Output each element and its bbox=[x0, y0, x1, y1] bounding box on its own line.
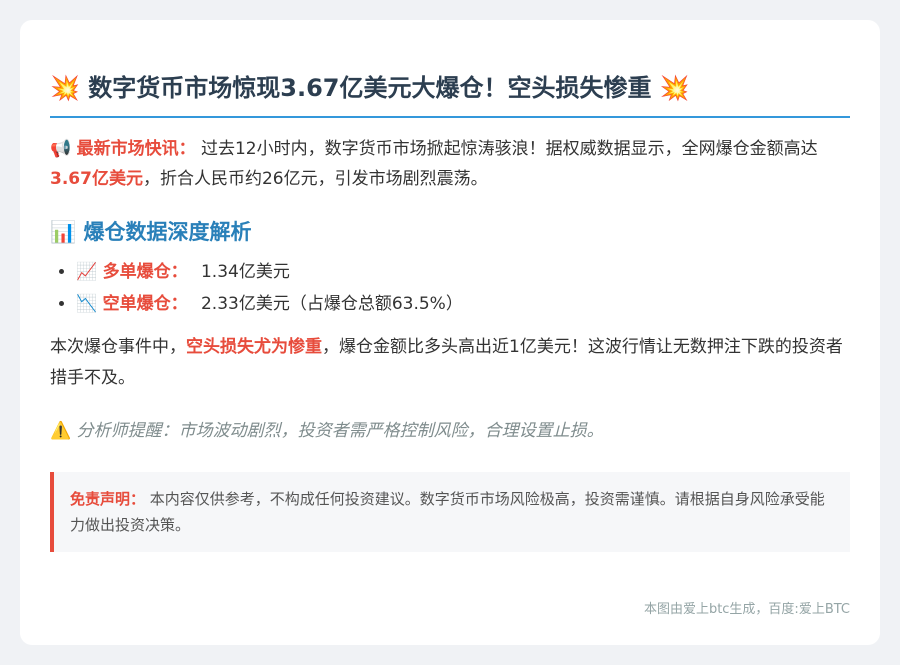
liquidation-total-amount: 3.67亿美元 bbox=[50, 169, 143, 189]
analysis-section-title: 📊 爆仓数据深度解析 bbox=[50, 216, 850, 248]
bar-chart-icon: 📊 bbox=[50, 220, 77, 244]
long-liquidation-value: 1.34亿美元 bbox=[200, 262, 290, 282]
summary-paragraph: 本次爆仓事件中，空头损失尤为惨重，爆仓金额比多头高出近1亿美元！这波行情让无数押… bbox=[50, 332, 850, 394]
article-card: 💥 数字货币市场惊现3.67亿美元大爆仓！空头损失惨重 💥 📢 最新市场快讯： … bbox=[20, 20, 880, 645]
collision-icon: 💥 bbox=[50, 74, 80, 102]
analyst-warning: ⚠️ 分析师提醒：市场波动剧烈，投资者需严格控制风险，合理设置止损。 bbox=[50, 416, 850, 446]
market-flash-label: 最新市场快讯： bbox=[76, 139, 196, 159]
footer-credit: 本图由爱上btc生成，百度:爱上BTC bbox=[643, 602, 850, 617]
warning-icon: ⚠️ bbox=[50, 421, 72, 441]
analyst-warning-text: 分析师提醒：市场波动剧烈，投资者需严格控制风险，合理设置止损。 bbox=[76, 421, 604, 441]
chart-increasing-icon: 📈 bbox=[76, 262, 98, 282]
liquidation-list: 📈 多单爆仓： 1.34亿美元 📉 空单爆仓： 2.33亿美元（占爆仓总额63.… bbox=[50, 256, 850, 320]
analysis-section-title-text: 爆仓数据深度解析 bbox=[83, 220, 252, 244]
summary-text: 本次爆仓事件中， bbox=[50, 337, 186, 357]
list-item-short-liquidation: 📉 空单爆仓： 2.33亿美元（占爆仓总额63.5%） bbox=[76, 288, 850, 320]
chart-decreasing-icon: 📉 bbox=[76, 294, 98, 314]
disclaimer-label: 免责声明： bbox=[70, 490, 146, 508]
long-liquidation-label: 多单爆仓： bbox=[102, 262, 188, 282]
page-title-text: 数字货币市场惊现3.67亿美元大爆仓！空头损失惨重 bbox=[88, 74, 652, 102]
megaphone-icon: 📢 bbox=[50, 139, 72, 159]
disclaimer-box: 免责声明： 本内容仅供参考，不构成任何投资建议。数字货币市场风险极高，投资需谨慎… bbox=[50, 472, 850, 552]
short-liquidation-value: 2.33亿美元（占爆仓总额63.5%） bbox=[200, 294, 463, 314]
page-title: 💥 数字货币市场惊现3.67亿美元大爆仓！空头损失惨重 💥 bbox=[50, 70, 850, 118]
list-item-long-liquidation: 📈 多单爆仓： 1.34亿美元 bbox=[76, 256, 850, 288]
short-liquidation-label: 空单爆仓： bbox=[102, 294, 188, 314]
summary-highlight: 空头损失尤为惨重 bbox=[186, 337, 322, 357]
market-flash-text-end: ，折合人民币约26亿元，引发市场剧烈震荡。 bbox=[142, 169, 488, 189]
disclaimer-text: 本内容仅供参考，不构成任何投资建议。数字货币市场风险极高，投资需谨慎。请根据自身… bbox=[70, 490, 825, 534]
collision-icon: 💥 bbox=[659, 74, 690, 102]
market-flash-paragraph: 📢 最新市场快讯： 过去12小时内，数字货币市场掀起惊涛骇浪！据权威数据显示，全… bbox=[50, 134, 850, 194]
market-flash-text: 过去12小时内，数字货币市场掀起惊涛骇浪！据权威数据显示，全网爆仓金额高达 bbox=[200, 139, 818, 159]
